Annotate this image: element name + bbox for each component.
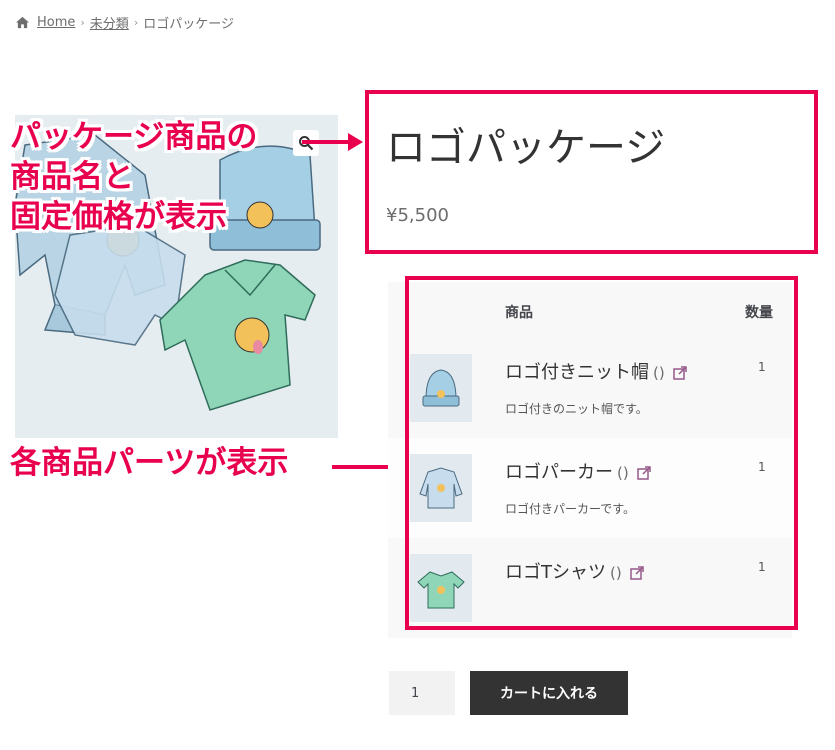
quantity-input[interactable] xyxy=(389,671,455,715)
home-icon xyxy=(16,16,29,29)
product-title: ロゴパッケージ xyxy=(386,125,666,171)
breadcrumb-current: ロゴパッケージ xyxy=(143,17,234,32)
arrow-right-icon xyxy=(302,133,363,151)
annotation-line-1: パッケージ商品の xyxy=(10,119,258,155)
breadcrumb-home-link[interactable]: Home xyxy=(37,15,75,30)
breadcrumb-category-link[interactable]: 未分類 xyxy=(90,13,129,32)
product-price: ¥5,500 xyxy=(386,205,449,226)
add-to-cart-button[interactable]: カートに入れる xyxy=(470,671,628,715)
annotation-line-3: 固定価格が表示 xyxy=(10,199,227,235)
breadcrumb: Home › 未分類 › ロゴパッケージ xyxy=(15,13,234,32)
annotation-line-4: 各商品パーツが表示 xyxy=(10,445,289,481)
chevron-right-icon: › xyxy=(133,16,139,29)
annotation-line-2: 商品名と xyxy=(10,159,134,195)
items-highlight-box xyxy=(405,276,798,630)
chevron-right-icon: › xyxy=(80,16,85,29)
